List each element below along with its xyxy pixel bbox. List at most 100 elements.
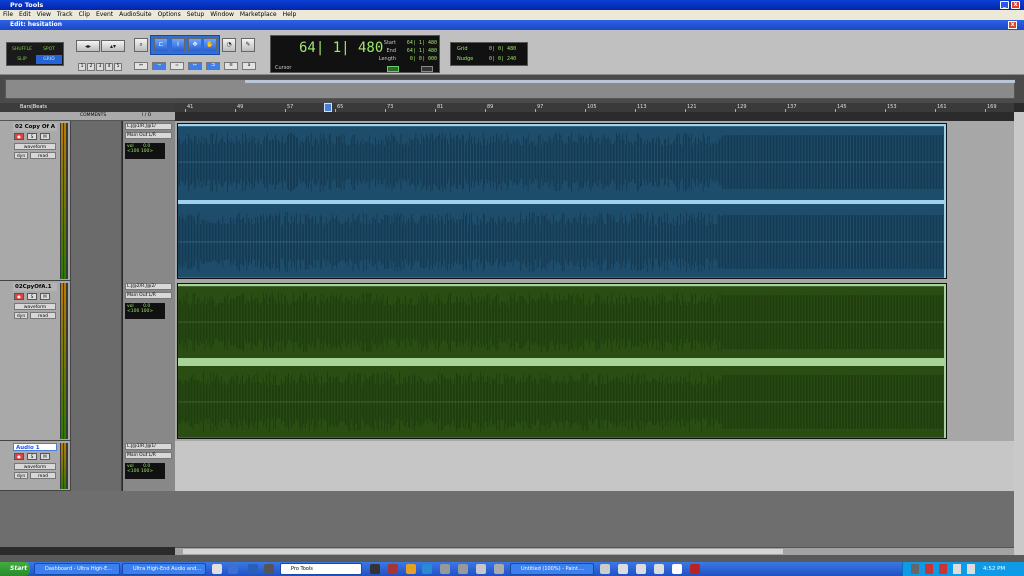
zoom-preset-3[interactable]: 3 xyxy=(96,63,104,71)
menu-window[interactable]: Window xyxy=(207,10,237,20)
zoom-preset-4[interactable]: 4 xyxy=(105,63,113,71)
tool-icon[interactable] xyxy=(458,564,468,574)
trim-tool-icon[interactable]: ⊏ xyxy=(154,38,168,52)
menu-options[interactable]: Options xyxy=(155,10,184,20)
pencil-tool-icon[interactable]: ✎ xyxy=(241,38,255,52)
vertical-scrollbar[interactable] xyxy=(1014,112,1024,555)
counter-options-icon[interactable] xyxy=(421,66,433,72)
chrome-icon[interactable] xyxy=(212,564,222,574)
menu-view[interactable]: View xyxy=(34,10,54,20)
word-icon[interactable] xyxy=(248,564,258,574)
track-3-lane[interactable] xyxy=(175,441,1014,491)
timeline-link-icon[interactable] xyxy=(387,66,399,72)
vertical-zoom-icon[interactable]: ▴▾ xyxy=(101,40,125,52)
link-track-edit-icon[interactable]: ⇉ xyxy=(206,62,220,70)
solo-button[interactable]: S xyxy=(27,293,37,300)
grid-value[interactable]: 0| 0| 480 xyxy=(489,46,516,52)
mute-button[interactable]: M xyxy=(40,133,50,140)
horizontal-zoom-icon[interactable]: ◂▸ xyxy=(76,40,100,52)
taskbar-item-paint[interactable]: Untitled (100%) - Paint.... xyxy=(510,563,594,575)
track-1-comments[interactable] xyxy=(70,121,122,281)
main-counter-value[interactable]: 64| 1| 480 xyxy=(299,40,383,56)
dyn-button[interactable]: dyn xyxy=(14,472,28,479)
universe-view-indicator[interactable] xyxy=(245,80,1015,83)
selector-tool-icon[interactable]: I xyxy=(171,38,185,52)
dyn-button[interactable]: dyn xyxy=(14,152,28,159)
solo-button[interactable]: S xyxy=(27,453,37,460)
grabber-tool-icon[interactable]: ✥ xyxy=(188,38,202,52)
taskbar-item-dashboard[interactable]: Dashboard - Ultra High-E... xyxy=(34,563,120,575)
solo-button[interactable]: S xyxy=(27,133,37,140)
start-value[interactable]: 64| 1| 480 xyxy=(399,40,437,46)
mode-slip[interactable]: SLIP xyxy=(9,55,35,64)
insertion-follows-icon[interactable]: ↦ xyxy=(188,62,202,70)
volume-pan-display[interactable]: vol 0.0 <100 100> xyxy=(125,463,165,479)
dyn-button[interactable]: dyn xyxy=(14,312,28,319)
clock[interactable]: 4:52 PM xyxy=(983,562,1005,576)
horizontal-scroll-thumb[interactable] xyxy=(183,549,783,554)
automation-follows-icon[interactable]: ≡ xyxy=(224,62,238,70)
track-2-comments[interactable] xyxy=(70,281,122,441)
edit-empty-area[interactable] xyxy=(175,491,1014,547)
document-icon-3[interactable] xyxy=(654,564,664,574)
track-view-selector[interactable]: waveform xyxy=(14,303,56,310)
track-1-lane[interactable] xyxy=(175,121,1014,281)
mute-button[interactable]: M xyxy=(40,293,50,300)
track-2-lane[interactable] xyxy=(175,281,1014,441)
automation-mode-selector[interactable]: read xyxy=(30,312,56,319)
zoom-preset-5[interactable]: 5 xyxy=(114,63,122,71)
pro-tools-quick-icon[interactable] xyxy=(370,564,380,574)
mode-spot[interactable]: SPOT xyxy=(36,45,62,54)
menu-marketplace[interactable]: Marketplace xyxy=(237,10,280,20)
input-selector[interactable]: L.J@1/R.J@1/ xyxy=(125,443,172,450)
output-selector[interactable]: Main Out L/R xyxy=(125,292,172,299)
link-timeline-icon[interactable]: ↔ xyxy=(134,62,148,70)
grid-app-icon[interactable] xyxy=(672,564,682,574)
menu-clip[interactable]: Clip xyxy=(76,10,93,20)
tab-to-transient-icon[interactable]: → xyxy=(152,62,166,70)
nudge-label[interactable]: Nudge xyxy=(457,56,473,62)
tray-icon-2[interactable] xyxy=(925,564,933,574)
automation-mode-selector[interactable]: read xyxy=(30,152,56,159)
menu-audiosuite[interactable]: AudioSuite xyxy=(116,10,154,20)
nudge-value[interactable]: 0| 0| 240 xyxy=(489,56,516,62)
track-view-selector[interactable]: waveform xyxy=(14,143,56,150)
volume-pan-display[interactable]: vol 0.0 <100 100> xyxy=(125,303,165,319)
output-selector[interactable]: Main Out L/R xyxy=(125,132,172,139)
end-value[interactable]: 64| 1| 480 xyxy=(399,48,437,54)
track-2-name[interactable]: 02CpyOfA.1 xyxy=(13,283,57,291)
mute-button[interactable]: M xyxy=(40,453,50,460)
output-selector[interactable]: Main Out L/R xyxy=(125,452,172,459)
taskbar-item-pro-tools[interactable]: Pro Tools xyxy=(280,563,362,575)
browser-icon[interactable] xyxy=(422,564,432,574)
menu-event[interactable]: Event xyxy=(93,10,116,20)
zoom-preset-2[interactable]: 2 xyxy=(87,63,95,71)
menu-file[interactable]: File xyxy=(0,10,16,20)
hand-tool-icon[interactable]: ✋ xyxy=(203,38,217,52)
bars-beats-ruler[interactable]: 41 49 57 65 73 81 89 97 105 113 121 129 137 145 153 161… xyxy=(175,103,1014,112)
universe-overview[interactable] xyxy=(0,75,1024,103)
red-app-icon[interactable] xyxy=(690,564,700,574)
menu-track[interactable]: Track xyxy=(54,10,76,20)
input-selector[interactable]: L.J@1/R.J@1/ xyxy=(125,123,172,130)
track-view-selector[interactable]: waveform xyxy=(14,463,56,470)
scrubber-tool-icon[interactable]: ◔ xyxy=(222,38,236,52)
settings-icon[interactable] xyxy=(440,564,450,574)
user-icon[interactable] xyxy=(476,564,486,574)
audio-clip[interactable] xyxy=(177,283,947,439)
length-value[interactable]: 0| 0| 000 xyxy=(399,56,437,62)
record-arm-button[interactable]: ● xyxy=(14,293,24,300)
minimize-button[interactable]: _ xyxy=(1000,1,1009,9)
tray-icon-1[interactable] xyxy=(911,564,919,574)
tool-icon-2[interactable] xyxy=(494,564,504,574)
ie-icon[interactable] xyxy=(228,564,238,574)
folder-icon[interactable] xyxy=(406,564,416,574)
playhead-marker-icon[interactable] xyxy=(324,103,332,112)
grid-label[interactable]: Grid xyxy=(457,46,468,52)
track-3-name[interactable]: Audio 1 xyxy=(13,443,57,451)
taskbar-item-ultra-high-end[interactable]: Ultra High-End Audio and... xyxy=(122,563,206,575)
notepad-icon[interactable] xyxy=(600,564,610,574)
input-selector[interactable]: L.J@2/R.J@2/ xyxy=(125,283,172,290)
zoomer-tool-icon[interactable]: ⌕ xyxy=(134,38,148,52)
document-icon-2[interactable] xyxy=(636,564,646,574)
